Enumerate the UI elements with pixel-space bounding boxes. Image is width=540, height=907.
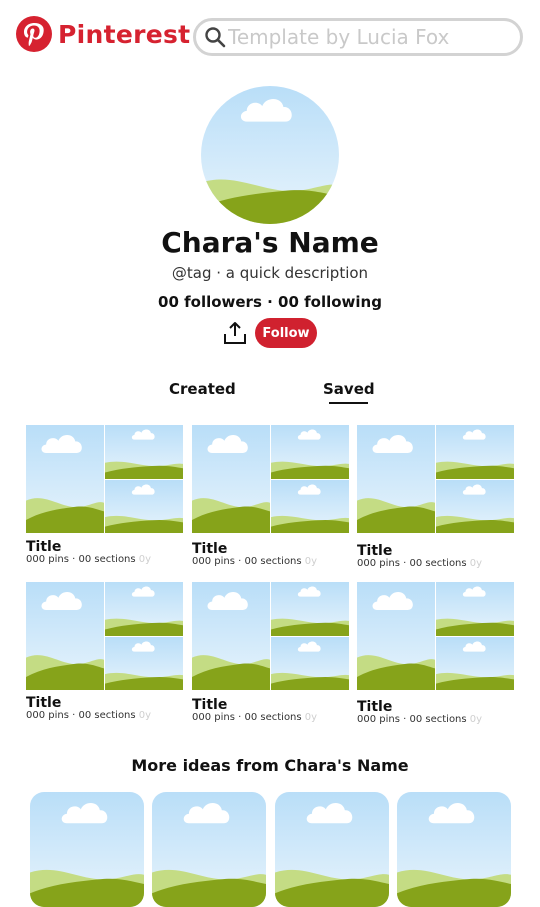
board-age: 0y xyxy=(138,554,152,565)
board-cover[interactable] xyxy=(26,582,183,690)
share-icon xyxy=(224,322,246,344)
pinterest-logo[interactable]: Pinterest xyxy=(16,16,190,52)
idea-pin[interactable] xyxy=(30,792,144,907)
board-meta: 000 pins · 00 sections 0y xyxy=(26,554,151,565)
board-counts: 000 pins · 00 sections xyxy=(26,710,136,721)
board-meta: 000 pins · 00 sections 0y xyxy=(357,558,482,569)
board-title[interactable]: Title xyxy=(192,541,227,557)
brand-name: Pinterest xyxy=(58,19,191,49)
board-cover[interactable] xyxy=(192,425,349,533)
avatar xyxy=(201,86,339,224)
board-age: 0y xyxy=(304,556,318,567)
board-cover[interactable] xyxy=(26,425,183,533)
search-input[interactable] xyxy=(228,25,508,49)
profile-name: Chara's Name xyxy=(161,226,379,259)
board-counts: 000 pins · 00 sections xyxy=(192,556,302,567)
tab-saved[interactable]: Saved xyxy=(323,380,375,398)
search-icon xyxy=(205,27,226,48)
board-cover[interactable] xyxy=(192,582,349,690)
board-title[interactable]: Title xyxy=(26,695,61,711)
board-title[interactable]: Title xyxy=(357,543,392,559)
idea-pin[interactable] xyxy=(152,792,266,907)
profile-stats[interactable]: 00 followers · 00 following xyxy=(0,293,540,311)
follow-button[interactable]: Follow xyxy=(255,318,317,348)
profile-tagline: @tag · a quick description xyxy=(171,264,369,282)
board-title[interactable]: Title xyxy=(26,539,61,555)
board-cover[interactable] xyxy=(357,425,514,533)
board-title[interactable]: Title xyxy=(192,697,227,713)
board-meta: 000 pins · 00 sections 0y xyxy=(192,712,317,723)
board-counts: 000 pins · 00 sections xyxy=(192,712,302,723)
search-bar[interactable] xyxy=(193,18,523,56)
more-ideas-heading: More ideas from Chara's Name xyxy=(131,756,409,775)
board-counts: 000 pins · 00 sections xyxy=(357,558,467,569)
board-age: 0y xyxy=(469,714,483,725)
board-age: 0y xyxy=(304,712,318,723)
board-meta: 000 pins · 00 sections 0y xyxy=(192,556,317,567)
pinterest-p-icon xyxy=(16,16,52,52)
share-button[interactable] xyxy=(222,320,248,346)
idea-pin[interactable] xyxy=(397,792,511,907)
board-meta: 000 pins · 00 sections 0y xyxy=(357,714,482,725)
board-cover[interactable] xyxy=(357,582,514,690)
tab-created[interactable]: Created xyxy=(169,380,236,398)
active-tab-indicator xyxy=(329,402,368,404)
board-title[interactable]: Title xyxy=(357,699,392,715)
board-age: 0y xyxy=(138,710,152,721)
board-counts: 000 pins · 00 sections xyxy=(357,714,467,725)
board-age: 0y xyxy=(469,558,483,569)
board-counts: 000 pins · 00 sections xyxy=(26,554,136,565)
idea-pin[interactable] xyxy=(275,792,389,907)
board-meta: 000 pins · 00 sections 0y xyxy=(26,710,151,721)
